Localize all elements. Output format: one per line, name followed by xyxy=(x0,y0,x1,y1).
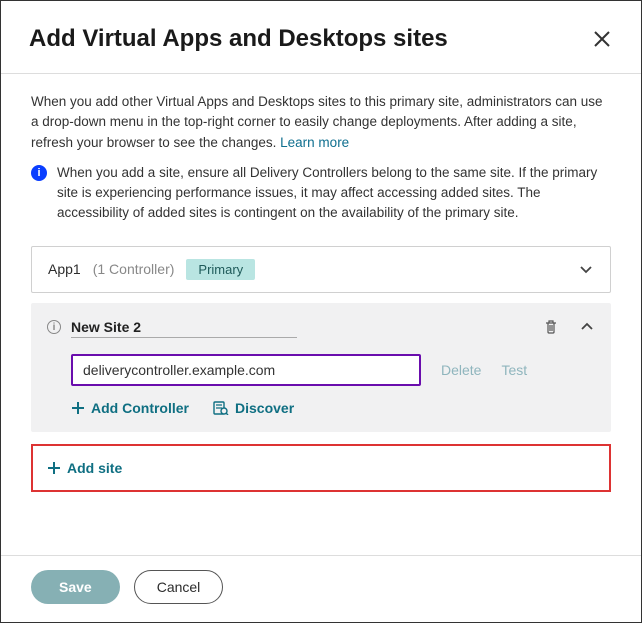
new-site-name-input[interactable] xyxy=(71,317,297,338)
discover-button[interactable]: Discover xyxy=(213,400,294,416)
info-note: i When you add a site, ensure all Delive… xyxy=(31,163,611,224)
add-site-button[interactable]: Add site xyxy=(47,460,122,476)
test-controller-link[interactable]: Test xyxy=(501,362,527,378)
new-site-header: i xyxy=(47,317,595,338)
dialog-header: Add Virtual Apps and Desktops sites xyxy=(1,1,641,73)
dialog-body: When you add other Virtual Apps and Desk… xyxy=(1,74,641,555)
dialog-title: Add Virtual Apps and Desktops sites xyxy=(29,25,448,53)
delete-controller-link[interactable]: Delete xyxy=(441,362,481,378)
chevron-up-icon[interactable] xyxy=(579,319,595,335)
discover-label: Discover xyxy=(235,400,294,416)
cancel-button[interactable]: Cancel xyxy=(134,570,224,604)
controller-input[interactable] xyxy=(71,354,421,386)
primary-site-controllers: (1 Controller) xyxy=(93,261,175,277)
primary-badge: Primary xyxy=(186,259,255,280)
primary-site-row[interactable]: App1 (1 Controller) Primary xyxy=(31,246,611,293)
info-note-text: When you add a site, ensure all Delivery… xyxy=(57,163,611,224)
plus-icon xyxy=(71,401,85,415)
add-site-row: Add site xyxy=(31,444,611,492)
close-button[interactable] xyxy=(591,28,613,50)
controller-row: Delete Test xyxy=(71,354,595,386)
chevron-down-icon[interactable] xyxy=(578,261,594,277)
learn-more-link[interactable]: Learn more xyxy=(280,135,349,150)
discover-icon xyxy=(213,401,229,415)
delete-site-button[interactable] xyxy=(543,319,559,335)
add-controller-label: Add Controller xyxy=(91,400,189,416)
add-site-label: Add site xyxy=(67,460,122,476)
close-icon xyxy=(593,30,611,48)
info-outline-icon: i xyxy=(47,320,61,334)
save-button[interactable]: Save xyxy=(31,570,120,604)
primary-site-name: App1 xyxy=(48,261,81,277)
new-site-panel: i Delete Test Add Controller xyxy=(31,303,611,432)
trash-icon xyxy=(543,319,559,335)
intro-text: When you add other Virtual Apps and Desk… xyxy=(31,92,611,153)
add-controller-button[interactable]: Add Controller xyxy=(71,400,189,416)
controller-actions: Add Controller Discover xyxy=(71,400,595,416)
dialog-footer: Save Cancel xyxy=(1,555,641,622)
dialog: Add Virtual Apps and Desktops sites When… xyxy=(0,0,642,623)
plus-icon xyxy=(47,461,61,475)
info-icon: i xyxy=(31,165,47,181)
